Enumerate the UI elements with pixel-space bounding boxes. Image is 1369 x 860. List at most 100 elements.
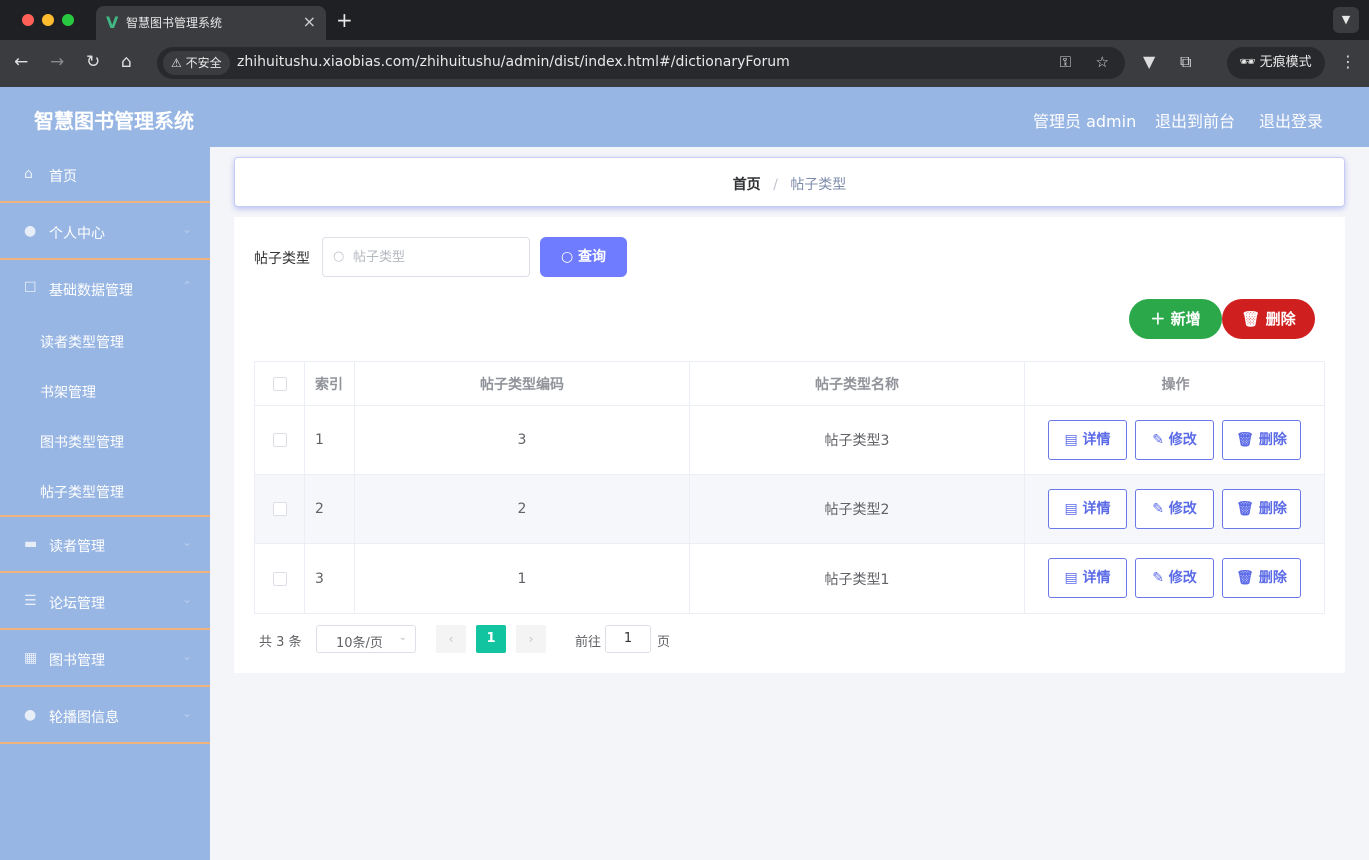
sidebar-item-label: 读者管理 [49, 539, 105, 555]
trash-icon: 🗑 [1241, 310, 1261, 328]
goto-page-input[interactable]: 1 [605, 625, 651, 653]
more-menu-icon[interactable]: ⋮ [1340, 52, 1356, 71]
sidebar-item-label: 轮播图信息 [49, 710, 119, 726]
incognito-badge[interactable]: 🕶 无痕模式 [1227, 47, 1325, 79]
row-checkbox[interactable] [273, 571, 287, 586]
document-icon: ▤ [1064, 432, 1078, 448]
page-size-select[interactable]: 10条/页 ⌄ [316, 625, 416, 653]
query-button[interactable]: ○ 查询 [540, 237, 627, 277]
chevron-down-icon: ⌄ [181, 222, 192, 236]
star-icon[interactable]: ☆ [1096, 53, 1109, 71]
key-icon[interactable]: ⚿ [1060, 53, 1071, 71]
row-checkbox[interactable] [273, 433, 287, 447]
delete-button[interactable]: 🗑 删除 [1222, 558, 1301, 598]
search-input[interactable] [353, 247, 523, 267]
breadcrumb-home[interactable]: 首页 [733, 177, 761, 193]
pagination-total: 共 3 条 [259, 635, 302, 650]
home-page-icon[interactable]: ⌂ [121, 52, 132, 72]
sidebar-subitem-post-type[interactable]: 帖子类型管理 [0, 466, 210, 517]
back-arrow-icon[interactable]: ← [14, 52, 28, 72]
extensions-puzzle-icon[interactable]: ⧉ [1180, 52, 1191, 72]
prev-page-button[interactable]: ‹ [436, 625, 466, 653]
sidebar-item-reader[interactable]: ▬ 读者管理 ⌄ [0, 517, 210, 573]
sidebar-subitem-book-type[interactable]: 图书类型管理 [0, 416, 210, 466]
edit-button[interactable]: ✎ 修改 [1135, 420, 1214, 460]
minimize-window-button[interactable] [42, 14, 54, 26]
breadcrumb-separator: / [773, 177, 778, 193]
tab-search-chevron-icon[interactable]: ▼ [1333, 7, 1359, 33]
maximize-window-button[interactable] [62, 14, 74, 26]
sidebar-item-label: 个人中心 [49, 226, 105, 242]
new-tab-icon[interactable]: + [336, 8, 353, 32]
sidebar-item-home[interactable]: ⌂ 首页 [0, 147, 210, 203]
row-code: 3 [517, 432, 527, 448]
next-page-button[interactable]: › [516, 625, 546, 653]
row-checkbox[interactable] [273, 502, 287, 516]
close-tab-icon[interactable]: × [303, 12, 316, 31]
sidebar-item-forum[interactable]: ☰ 论坛管理 ⌄ [0, 574, 210, 630]
delete-button[interactable]: 🗑 删除 [1222, 489, 1301, 529]
page-size-value: 10条/页 [336, 636, 383, 651]
add-button-label: 新增 [1170, 310, 1201, 328]
insecure-badge[interactable]: ⚠ 不安全 [163, 51, 230, 75]
search-label: 帖子类型 [254, 251, 310, 267]
browser-tab-bar: V 智慧图书管理系统 × + ▼ [0, 0, 1369, 40]
url-text[interactable]: zhihuitushu.xiaobias.com/zhihuitushu/adm… [237, 54, 790, 70]
edit-button-label: 修改 [1168, 501, 1197, 517]
detail-button-label: 详情 [1082, 570, 1111, 586]
close-window-button[interactable] [22, 14, 34, 26]
row-index: 1 [315, 432, 324, 448]
warning-icon: ⚠ [171, 56, 182, 70]
forward-arrow-icon[interactable]: → [50, 52, 64, 72]
row-index: 2 [315, 501, 324, 517]
delete-button[interactable]: 🗑 删除 [1222, 420, 1301, 460]
sidebar-item-label: 首页 [49, 169, 77, 185]
select-all-checkbox[interactable] [273, 376, 287, 391]
search-icon: ○ [560, 249, 574, 265]
address-bar[interactable]: ⚠ 不安全 zhihuitushu.xiaobias.com/zhihuitus… [157, 47, 1125, 79]
sidebar-subitem-reader-type[interactable]: 读者类型管理 [0, 316, 210, 366]
extension-v-icon[interactable]: ▼ [1143, 52, 1155, 71]
reload-icon[interactable]: ↻ [86, 52, 100, 72]
chat-icon: ☐ [24, 280, 37, 296]
edit-icon: ✎ [1152, 432, 1164, 448]
browser-tab[interactable]: V 智慧图书管理系统 × [96, 6, 326, 40]
detail-button-label: 详情 [1082, 501, 1111, 517]
add-button[interactable]: ＋ 新增 [1129, 299, 1222, 339]
row-code: 1 [517, 570, 527, 587]
search-field[interactable]: ○ [322, 237, 530, 277]
tab-title: 智慧图书管理系统 [126, 16, 223, 30]
query-button-label: 查询 [578, 249, 607, 265]
edit-icon: ✎ [1152, 570, 1164, 586]
logout-link[interactable]: 退出登录 [1259, 108, 1323, 132]
detail-button-label: 详情 [1082, 432, 1111, 448]
insecure-label: 不安全 [185, 56, 222, 70]
sidebar-subitem-bookshelf[interactable]: 书架管理 [0, 366, 210, 416]
breadcrumb-current: 帖子类型 [790, 177, 847, 193]
page-number-current[interactable]: 1 [476, 625, 506, 653]
detail-button[interactable]: ▤ 详情 [1048, 489, 1127, 529]
browser-toolbar: ← → ↻ ⌂ ⚠ 不安全 zhihuitushu.xiaobias.com/z… [0, 40, 1369, 87]
admin-user-label: 管理员 admin [1033, 112, 1137, 131]
exit-to-front-link[interactable]: 退出到前台 [1155, 108, 1235, 132]
sidebar-item-carousel[interactable]: ● 轮播图信息 ⌄ [0, 688, 210, 744]
batch-delete-button[interactable]: 🗑 删除 [1222, 299, 1315, 339]
trash-icon: 🗑 [1236, 570, 1254, 586]
sidebar-item-books[interactable]: ▦ 图书管理 ⌄ [0, 631, 210, 687]
edit-icon: ✎ [1152, 501, 1164, 517]
document-icon: ▤ [1064, 570, 1078, 586]
column-header-code: 帖子类型编码 [480, 376, 564, 393]
grid-icon: ▦ [24, 650, 38, 666]
edit-button[interactable]: ✎ 修改 [1135, 489, 1214, 529]
edit-button[interactable]: ✎ 修改 [1135, 558, 1214, 598]
sidebar-item-basic-data[interactable]: ☐ 基础数据管理 ⌃ [0, 261, 210, 317]
table-row: 3 1 帖子类型1 ▤ 详情 ✎ 修改 🗑 删除 [255, 544, 1324, 613]
trash-icon: 🗑 [1236, 432, 1254, 448]
detail-button[interactable]: ▤ 详情 [1048, 558, 1127, 598]
sidebar-item-profile[interactable]: ● 个人中心 ⌄ [0, 204, 210, 260]
detail-button[interactable]: ▤ 详情 [1048, 420, 1127, 460]
home-icon: ⌂ [24, 166, 33, 182]
pagination: 共 3 条 10条/页 ⌄ ‹ 1 › 前往 1 页 [254, 625, 854, 653]
sidebar-item-label: 基础数据管理 [49, 283, 133, 299]
plus-icon: ＋ [1150, 310, 1166, 328]
